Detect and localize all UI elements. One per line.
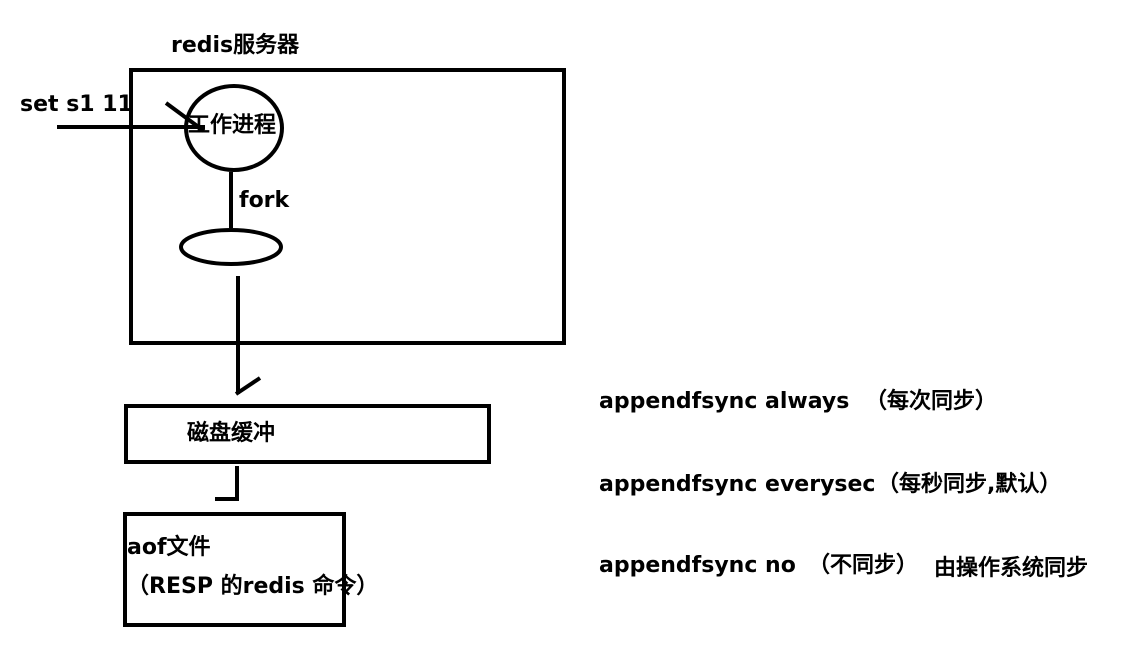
disk-buffer-box [124, 404, 491, 464]
aof-file-box [123, 512, 346, 627]
fsync-no-command: appendfsync no [599, 553, 796, 578]
fsync-no-extra: 由操作系统同步 [934, 556, 1089, 581]
child-process-ellipse [179, 228, 283, 266]
aof-file-subtitle: （RESP 的redis 命令） [127, 574, 379, 599]
fsync-always-command: appendfsync always [599, 389, 850, 414]
input-command-label: set s1 11 [20, 92, 133, 117]
disk-buffer-label: 磁盘缓冲 [187, 421, 276, 446]
aof-file-title: aof文件 [127, 535, 211, 560]
redis-server-title: redis服务器 [171, 33, 300, 58]
fork-label: fork [239, 188, 290, 213]
fsync-everysec-note: （每秒同步,默认） [877, 472, 1062, 497]
worker-process-label: 工作进程 [188, 113, 277, 138]
fsync-everysec-command: appendfsync everysec [599, 472, 876, 497]
redis-server-box [129, 68, 566, 345]
fsync-no-note: （不同步） [808, 553, 919, 578]
fsync-always-note: （每次同步） [865, 389, 998, 414]
